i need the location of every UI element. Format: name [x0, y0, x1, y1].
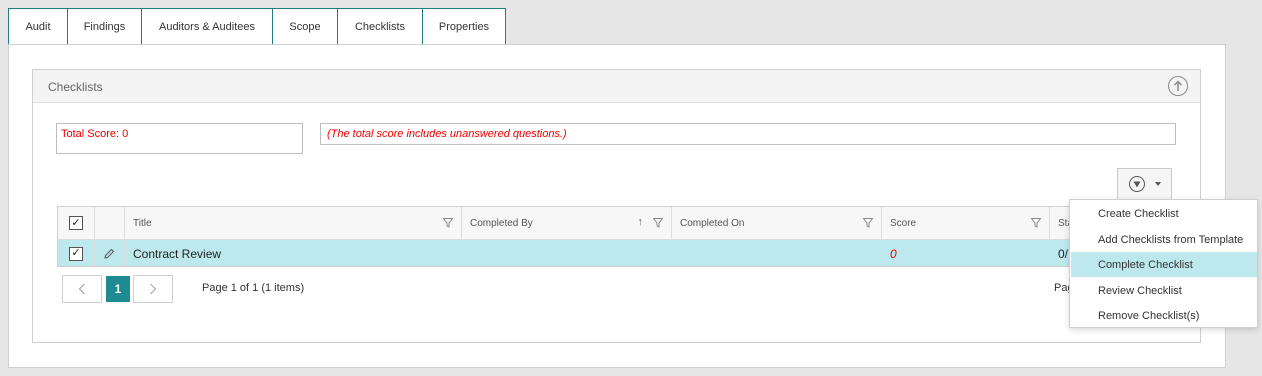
actions-dropdown-button[interactable] — [1117, 168, 1172, 200]
tab-label: Checklists — [354, 21, 406, 33]
column-label: Completed By — [470, 217, 533, 229]
pager-page-1[interactable]: 1 — [106, 276, 130, 302]
column-header-completed-by[interactable]: Completed By ↑ — [462, 207, 672, 239]
row-select-cell: ✓ — [58, 240, 95, 266]
row-checkbox[interactable]: ✓ — [69, 246, 83, 261]
card-header: Checklists — [33, 70, 1200, 103]
table-row[interactable]: ✓ Contract Review 0 0/ — [58, 240, 1086, 266]
filter-icon[interactable] — [863, 218, 873, 228]
filter-icon[interactable] — [443, 218, 453, 228]
caret-down-icon — [1154, 182, 1161, 186]
cell-title[interactable]: Contract Review — [125, 240, 462, 266]
row-edit-cell — [95, 240, 125, 266]
pager-next-button[interactable] — [133, 275, 173, 303]
cell-text: 0/ — [1058, 246, 1069, 261]
total-score-text: Total Score: 0 — [61, 128, 129, 140]
menu-item-create-checklist[interactable]: Create Checklist — [1071, 201, 1257, 226]
tab-scope[interactable]: Scope — [272, 8, 338, 45]
tab-bar: Audit Findings Auditors & Auditees Scope… — [8, 8, 506, 45]
tab-label: Findings — [83, 21, 126, 33]
score-note-field: (The total score includes unanswered que… — [320, 123, 1176, 145]
tab-auditors-auditees[interactable]: Auditors & Auditees — [141, 8, 273, 45]
tab-findings[interactable]: Findings — [67, 8, 142, 45]
edit-column-header — [95, 207, 125, 239]
total-score-field: Total Score: 0 — [56, 123, 303, 154]
column-label: Score — [890, 217, 917, 229]
cell-completed-by — [462, 240, 672, 266]
column-header-completed-on[interactable]: Completed On — [672, 207, 882, 239]
card-title: Checklists — [48, 80, 103, 94]
pencil-icon[interactable] — [103, 248, 115, 260]
tab-audit[interactable]: Audit — [8, 8, 68, 45]
cell-text: 0 — [890, 246, 897, 261]
menu-item-add-from-template[interactable]: Add Checklists from Template — [1071, 227, 1257, 252]
tab-label: Properties — [438, 21, 490, 33]
menu-item-review-checklist[interactable]: Review Checklist — [1071, 278, 1257, 303]
chevron-right-icon — [150, 283, 157, 295]
select-all-checkbox[interactable]: ✓ — [69, 216, 83, 230]
menu-item-complete-checklist[interactable]: Complete Checklist — [1071, 252, 1257, 277]
tab-checklists[interactable]: Checklists — [337, 8, 423, 45]
grid-header: ✓ Title Completed By ↑ Completed On Scor… — [58, 207, 1086, 240]
column-label: Completed On — [680, 217, 745, 229]
column-header-score[interactable]: Score — [882, 207, 1050, 239]
filter-circle-icon — [1128, 176, 1145, 192]
select-all-cell: ✓ — [58, 207, 95, 239]
filter-icon[interactable] — [1031, 218, 1041, 228]
score-note-text: (The total score includes unanswered que… — [327, 128, 567, 140]
menu-item-remove-checklists[interactable]: Remove Checklist(s) — [1071, 303, 1257, 328]
checklists-grid: ✓ Title Completed By ↑ Completed On Scor… — [57, 206, 1087, 267]
filter-icon[interactable] — [653, 218, 663, 228]
actions-menu: Create Checklist Add Checklists from Tem… — [1069, 199, 1258, 328]
chevron-left-icon — [78, 283, 85, 295]
sort-ascending-icon[interactable]: ↑ — [638, 216, 644, 228]
tab-properties[interactable]: Properties — [422, 8, 506, 45]
tab-label: Audit — [25, 21, 51, 33]
column-label: Title — [133, 217, 152, 229]
pager-info: Page 1 of 1 (1 items) — [202, 282, 305, 294]
pager-prev-button[interactable] — [62, 275, 102, 303]
tab-label: Scope — [289, 21, 321, 33]
cell-score: 0 — [882, 240, 1050, 266]
arrow-up-circle-icon[interactable] — [1168, 76, 1188, 96]
cell-completed-on — [672, 240, 882, 266]
tab-label: Auditors & Auditees — [158, 21, 255, 33]
cell-text: Contract Review — [133, 246, 222, 261]
column-header-title[interactable]: Title — [125, 207, 462, 239]
